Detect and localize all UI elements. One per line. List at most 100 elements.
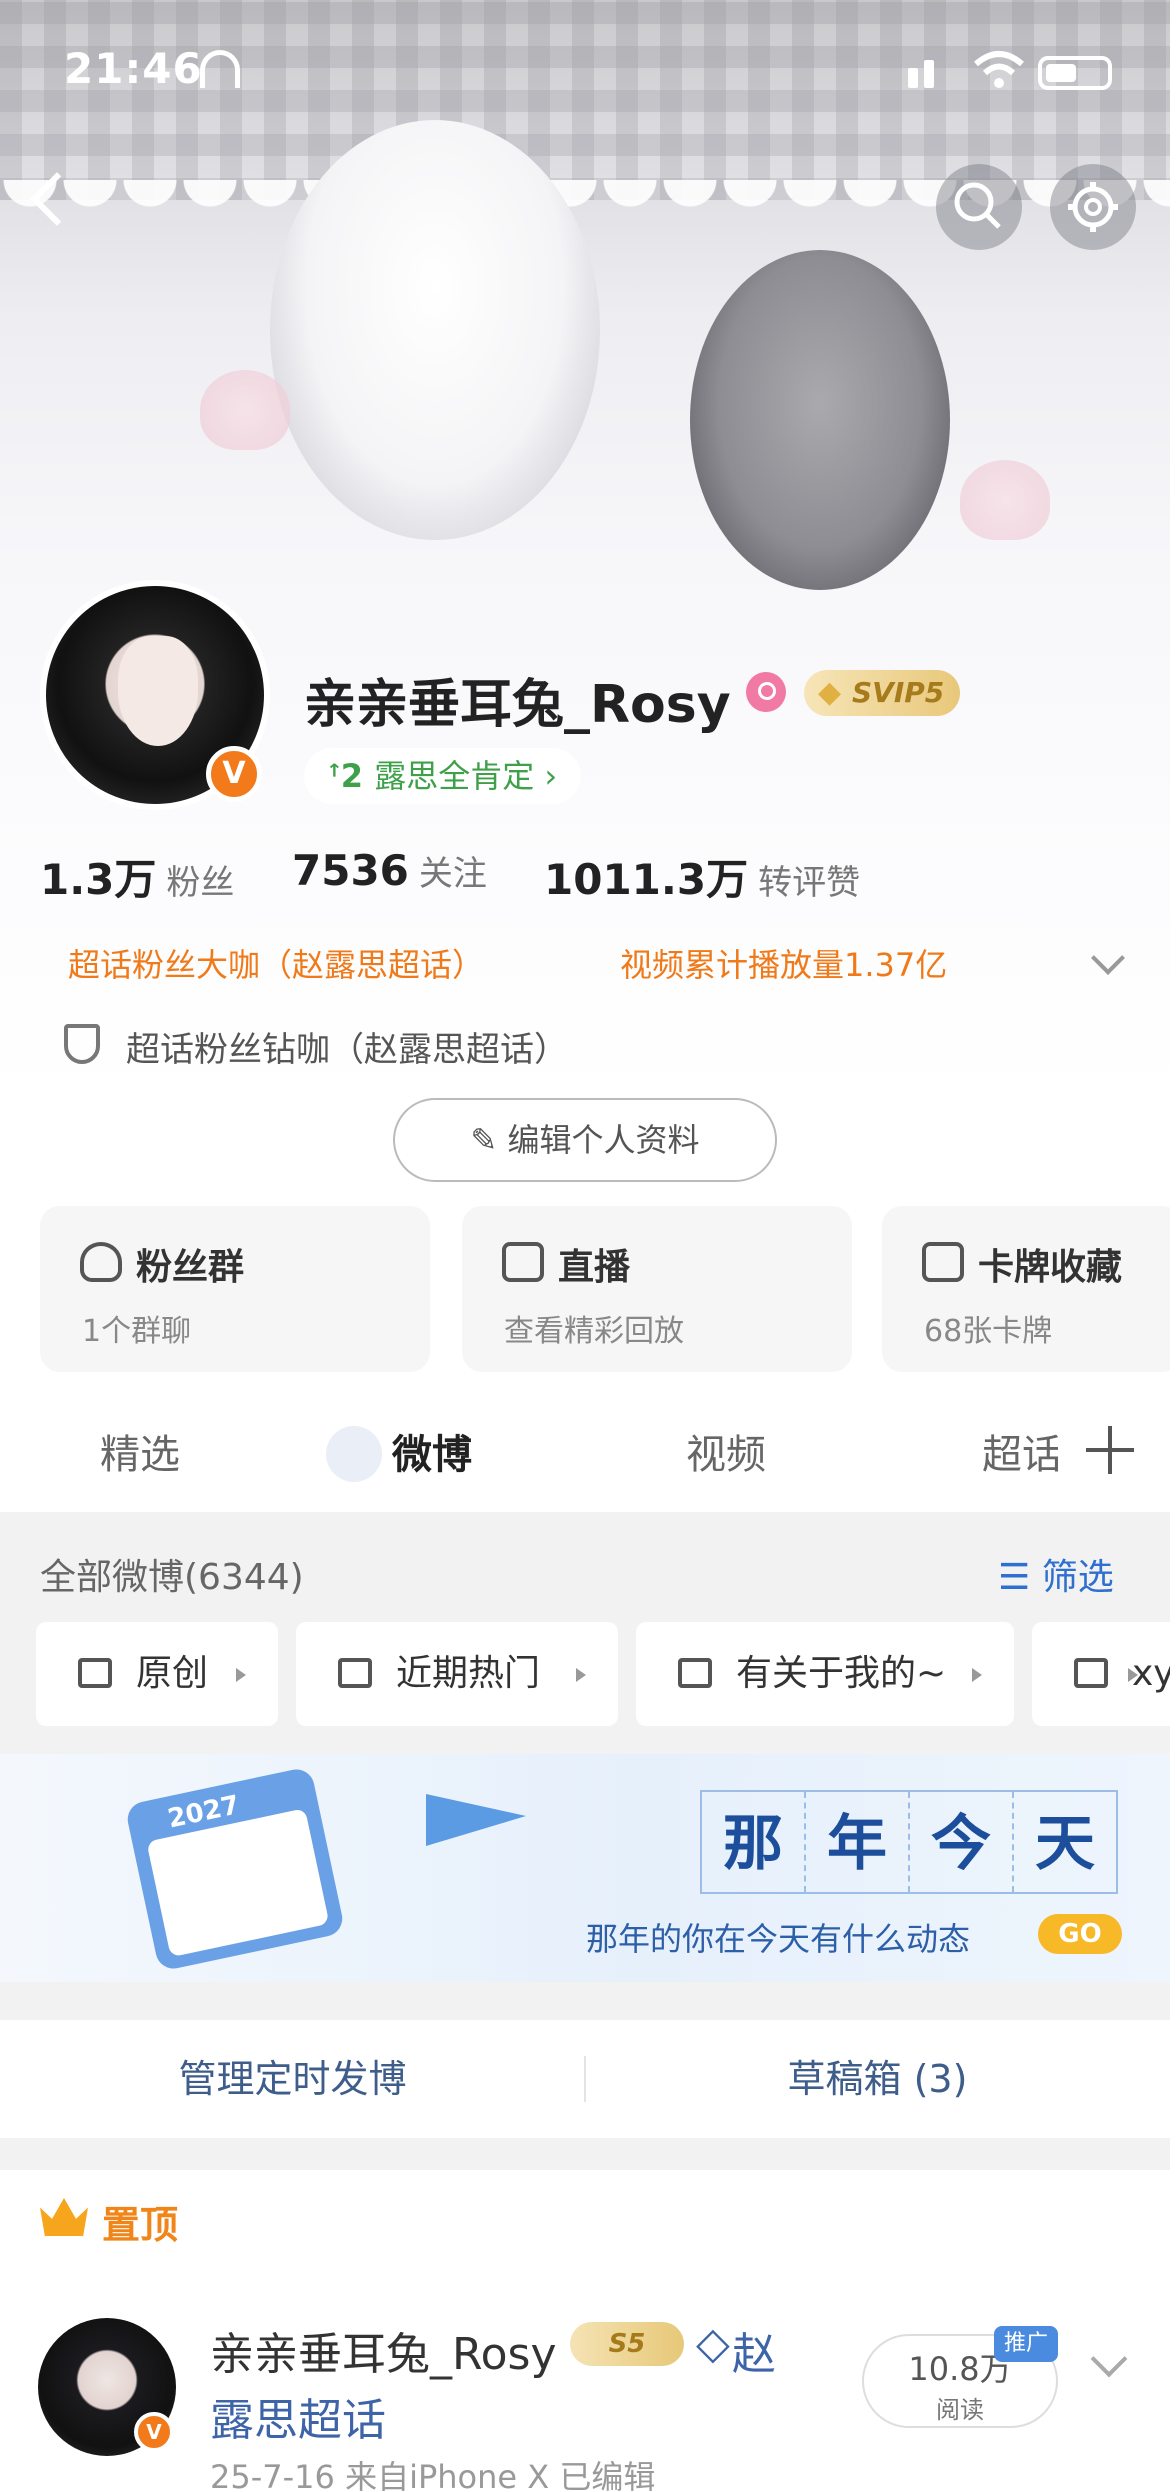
achievement-badge[interactable]: 超话粉丝大咖（赵露思超话） (68, 940, 484, 986)
chip-label: 近期热门 (396, 1653, 541, 1694)
post-topic[interactable]: 露思超话 (210, 2384, 386, 2448)
calendar-illustration: 2027 (124, 1766, 346, 1972)
tv-icon (502, 1242, 544, 1282)
heart-decoration (960, 460, 1050, 540)
filter-button[interactable]: ☰ 筛选 (998, 1548, 1114, 1600)
chip-hot[interactable]: 近期热门 (296, 1622, 618, 1726)
fan-group-card[interactable]: 粉丝群 1个群聊 (40, 1206, 430, 1372)
all-posts-label: 全部微博 (40, 1557, 185, 1598)
on-this-day-subtitle: 那年的你在今天有什么动态 (586, 1920, 971, 1958)
pink-badge-icon[interactable] (746, 672, 786, 712)
layers-icon (1074, 1658, 1108, 1688)
battery-icon (1038, 56, 1112, 90)
chip-about-me[interactable]: 有关于我的~ (636, 1622, 1014, 1726)
settings-button[interactable] (1050, 164, 1136, 250)
achievement-badge[interactable]: 视频累计播放量1.37亿 (620, 940, 947, 986)
post-topic-first-char[interactable]: 赵 (732, 2318, 778, 2382)
profile-tag-text: 露思全肯定 (374, 757, 535, 795)
tab-supertopic[interactable]: 超话 (982, 1422, 1058, 1480)
following-label: 关注 (418, 854, 487, 894)
card-title: 卡牌收藏 (978, 1247, 1123, 1288)
status-time: 21:46 (64, 44, 203, 93)
signal-icon (924, 60, 934, 88)
likes-label: 转评赞 (758, 863, 861, 903)
filter-label: 筛选 (1041, 1557, 1114, 1598)
vip-badge[interactable]: S5 (570, 2322, 684, 2366)
layers-icon (338, 1658, 372, 1688)
filter-icon: ☰ (998, 1557, 1042, 1598)
scheduled-posts-button[interactable]: 管理定时发博 (0, 2020, 585, 2138)
layers-icon (678, 1658, 712, 1688)
go-button[interactable]: GO (1038, 1914, 1122, 1954)
add-tab-icon[interactable] (1086, 1426, 1134, 1474)
all-posts-count: 全部微博(6344) (40, 1548, 304, 1600)
shield-icon (64, 1024, 100, 1064)
chip-label: 有关于我的~ (736, 1653, 947, 1694)
on-this-day-title: 那 年 今 天 (700, 1790, 1118, 1894)
followers-count: 1.3万 (40, 855, 157, 904)
chip-label: xy (1132, 1653, 1170, 1694)
supertopic-icon: ◇ (696, 2318, 730, 2369)
followers-label: 粉丝 (166, 863, 235, 903)
gear-icon (1068, 182, 1118, 232)
crown-icon (40, 2198, 88, 2236)
promoted-tag: 推广 (994, 2326, 1059, 2362)
tab-weibo[interactable]: 微博 (392, 1422, 472, 1480)
card-subtitle: 68张卡牌 (924, 1314, 1053, 1349)
reads-label: 阅读 (936, 2396, 984, 2424)
tab-video[interactable]: 视频 (686, 1422, 766, 1480)
post-meta: 25-7-16 来自iPhone X 已编辑 (210, 2458, 656, 2492)
pinned-post[interactable]: 置顶 V 亲亲垂耳兔_Rosy S5 ◇ 赵 露思超话 25-7-16 来自iP… (0, 2170, 1170, 2492)
post-actions-bar: 管理定时发博 草稿箱 (3) (0, 2020, 1170, 2138)
edit-profile-button[interactable]: ✎ 编辑个人资料 (393, 1098, 777, 1182)
signal-icon (908, 68, 918, 88)
people-icon (80, 1242, 122, 1282)
wifi-icon (974, 51, 1024, 88)
tag-icon: ꜛ2 (328, 757, 375, 795)
card-collection-card[interactable]: 卡牌收藏 68张卡牌 (882, 1206, 1170, 1372)
post-author-name[interactable]: 亲亲垂耳兔_Rosy (210, 2318, 556, 2382)
profile-tag-pill[interactable]: ꜛ2 露思全肯定 › (304, 748, 582, 804)
verified-badge: V (206, 746, 262, 802)
username: 亲亲垂耳兔_Rosy (304, 675, 731, 735)
heart-decoration (200, 370, 290, 450)
tab-decoration-icon (326, 1426, 382, 1482)
layers-icon (78, 1658, 112, 1688)
drafts-button[interactable]: 草稿箱 (3) (585, 2020, 1170, 2138)
paper-plane-icon (426, 1794, 526, 1846)
title-char: 今 (910, 1792, 1014, 1892)
chip-label: 原创 (136, 1653, 209, 1694)
chevron-right-icon: › (534, 757, 558, 795)
chip-original[interactable]: 原创 (36, 1622, 278, 1726)
search-icon (954, 182, 1001, 229)
title-char: 那 (702, 1792, 806, 1892)
card-icon (922, 1242, 964, 1282)
pencil-icon: ✎ (470, 1121, 508, 1159)
white-bear-illustration (270, 120, 600, 540)
edit-profile-label: 编辑个人资料 (507, 1121, 700, 1159)
likes-stat[interactable]: 1011.3万 转评赞 (544, 846, 860, 907)
card-title: 直播 (558, 1247, 631, 1288)
headphones-icon (200, 50, 240, 88)
verified-badge: V (134, 2412, 174, 2452)
svip-badge[interactable]: SVIP5 (804, 670, 961, 716)
fan-level-text: 超话粉丝钻咖（赵露思超话） (126, 1030, 568, 1070)
gray-bear-illustration (690, 250, 950, 590)
chip-xy[interactable]: xy (1032, 1622, 1170, 1726)
tab-featured[interactable]: 精选 (100, 1422, 180, 1480)
card-subtitle: 查看精彩回放 (504, 1314, 684, 1349)
following-stat[interactable]: 7536 关注 (292, 846, 487, 895)
pinned-label: 置顶 (102, 2203, 179, 2247)
following-count: 7536 (292, 846, 409, 895)
title-char: 天 (1035, 1809, 1095, 1879)
followers-stat[interactable]: 1.3万 粉丝 (40, 846, 234, 907)
card-title: 粉丝群 (136, 1247, 245, 1288)
live-card[interactable]: 直播 查看精彩回放 (462, 1206, 852, 1372)
likes-count: 1011.3万 (544, 855, 749, 904)
chevron-down-icon[interactable] (1090, 2340, 1128, 2378)
card-subtitle: 1个群聊 (82, 1314, 192, 1349)
all-posts-number: (6344) (184, 1557, 304, 1598)
title-char: 年 (806, 1792, 910, 1892)
on-this-day-banner[interactable]: 2027 那 年 今 天 那年的你在今天有什么动态 GO (0, 1754, 1170, 1982)
search-button[interactable] (936, 164, 1022, 250)
